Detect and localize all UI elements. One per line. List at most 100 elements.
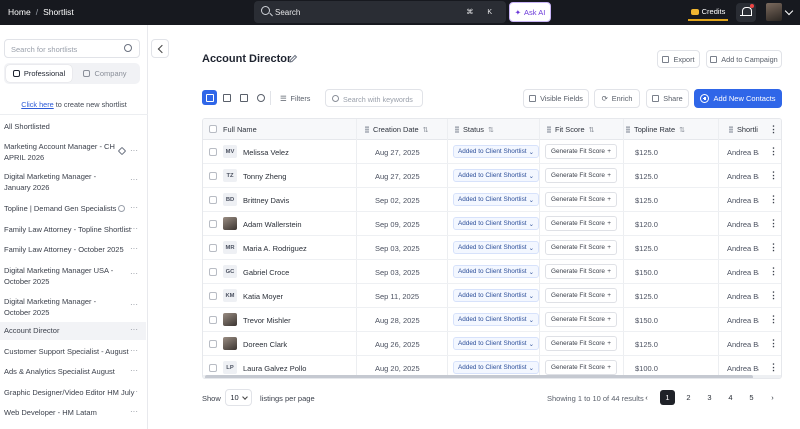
column-full-name[interactable]: Full Name [223, 125, 257, 134]
scrollbar-thumb[interactable] [205, 375, 753, 378]
horizontal-scrollbar[interactable] [203, 375, 781, 378]
column-topline-rate[interactable]: Topline Rate ⇅ [626, 125, 685, 134]
generate-fit-score-button[interactable]: Generate Fit Score + [545, 192, 617, 207]
sidebar-item[interactable]: Family Law Attorney - Topline Shortlist [0, 224, 146, 235]
more-icon[interactable]: ··· [130, 407, 138, 416]
drag-handle-icon[interactable] [365, 126, 369, 133]
generate-fit-score-button[interactable]: Generate Fit Score + [545, 264, 617, 279]
tab-company[interactable]: Company [72, 65, 138, 82]
page-2-button[interactable]: 2 [681, 390, 696, 405]
sidebar-item[interactable]: Customer Support Specialist - August [0, 346, 146, 357]
column-shortlisted-by[interactable]: Shortli [729, 125, 758, 134]
add-new-contacts-button[interactable]: Add New Contacts [694, 89, 782, 108]
more-icon[interactable]: ··· [130, 146, 138, 155]
generate-fit-score-button[interactable]: Generate Fit Score + [545, 360, 617, 375]
table-row[interactable]: KM Katia Moyer Sep 11, 2025 Added to Client… [203, 284, 781, 308]
table-row[interactable]: MV Melissa Velez Aug 27, 2025 Added to Clie… [203, 140, 781, 164]
sidebar-item[interactable]: Family Law Attorney - October 2025 [0, 244, 146, 255]
row-actions-icon[interactable]: ⋮ [766, 242, 781, 254]
sidebar-item[interactable]: Topline | Demand Gen Specialists [0, 203, 146, 214]
row-checkbox[interactable] [209, 268, 217, 276]
generate-fit-score-button[interactable]: Generate Fit Score + [545, 336, 617, 351]
row-actions-icon[interactable]: ⋮ [766, 314, 781, 326]
more-icon[interactable]: ··· [130, 325, 138, 334]
table-row[interactable]: MR Maria A. Rodriguez Sep 03, 2025 Added to… [203, 236, 781, 260]
prev-page-button[interactable]: ‹ [639, 390, 654, 405]
column-options-icon[interactable]: ⋮ [766, 124, 781, 135]
collapse-sidebar-button[interactable] [151, 39, 169, 58]
board-view-button[interactable] [219, 90, 234, 105]
drag-handle-icon[interactable] [455, 126, 459, 133]
drag-handle-icon[interactable] [626, 126, 630, 133]
more-icon[interactable]: ··· [130, 244, 138, 253]
contact-name[interactable]: Tonny Zheng [243, 172, 286, 181]
drag-handle-icon[interactable] [547, 126, 551, 133]
table-row[interactable]: BD Brittney Davis Sep 02, 2025 Added to Cli… [203, 188, 781, 212]
row-actions-icon[interactable]: ⋮ [766, 266, 781, 278]
status-dropdown[interactable]: Added to Client Shortlist ⌄ [453, 289, 539, 302]
tab-professional[interactable]: Professional [6, 65, 72, 82]
more-icon[interactable]: ··· [130, 346, 138, 355]
sort-icon[interactable]: ⇅ [679, 126, 685, 134]
page-3-button[interactable]: 3 [702, 390, 717, 405]
generate-fit-score-button[interactable]: Generate Fit Score + [545, 312, 617, 327]
generate-fit-score-button[interactable]: Generate Fit Score + [545, 240, 617, 255]
contact-name[interactable]: Adam Wallerstein [243, 220, 302, 229]
row-actions-icon[interactable]: ⋮ [766, 194, 781, 206]
table-row[interactable]: TZ Tonny Zheng Aug 27, 2025 Added to Client… [203, 164, 781, 188]
row-actions-icon[interactable]: ⋮ [766, 170, 781, 182]
table-row[interactable]: GC Gabriel Croce Sep 03, 2025 Added to Clie… [203, 260, 781, 284]
generate-fit-score-button[interactable]: Generate Fit Score + [545, 168, 617, 183]
per-page-select[interactable]: 10 [225, 389, 252, 406]
column-status[interactable]: Status ⇅ [455, 125, 494, 134]
row-actions-icon[interactable]: ⋮ [766, 338, 781, 350]
row-checkbox[interactable] [209, 172, 217, 180]
sidebar-item-account-director[interactable]: Account Director [0, 322, 146, 340]
column-creation-date[interactable]: Creation Date ⇅ [365, 125, 428, 134]
contact-name[interactable]: Katia Moyer [243, 292, 283, 301]
breadcrumb-home[interactable]: Home [8, 7, 31, 17]
row-checkbox[interactable] [209, 316, 217, 324]
filters-button[interactable]: ☰ Filters [280, 90, 310, 106]
more-icon[interactable]: ··· [130, 269, 138, 278]
credits-button[interactable]: Credits [688, 4, 728, 21]
contact-name[interactable]: Trevor Mishler [243, 316, 291, 325]
contact-name[interactable]: Gabriel Croce [243, 268, 289, 277]
table-row[interactable]: Adam Wallerstein Sep 09, 2025 Added to Cli… [203, 212, 781, 236]
sidebar-item[interactable]: Web Developer - HM Latam [0, 407, 146, 418]
status-dropdown[interactable]: Added to Client Shortlist ⌄ [453, 265, 539, 278]
status-dropdown[interactable]: Added to Client Shortlist ⌄ [453, 169, 539, 182]
contact-name[interactable]: Laura Galvez Pollo [243, 364, 306, 373]
more-icon[interactable]: ··· [130, 300, 138, 309]
status-dropdown[interactable]: Added to Client Shortlist ⌄ [453, 193, 539, 206]
sidebar-item-all-shortlisted[interactable]: All Shortlisted [0, 121, 146, 132]
sort-icon[interactable]: ⇅ [423, 126, 429, 134]
more-icon[interactable]: ··· [130, 366, 138, 375]
sidebar-item[interactable]: Digital Marketing Manager - October 2025 [0, 296, 118, 318]
status-dropdown[interactable]: Added to Client Shortlist ⌄ [453, 145, 539, 158]
row-actions-icon[interactable]: ⋮ [766, 290, 781, 302]
grid-view-button[interactable] [236, 90, 251, 105]
more-icon[interactable]: ··· [130, 224, 138, 233]
row-actions-icon[interactable]: ⋮ [766, 362, 781, 374]
breadcrumb-shortlist[interactable]: Shortlist [43, 7, 74, 17]
contact-name[interactable]: Doreen Clark [243, 340, 287, 349]
generate-fit-score-button[interactable]: Generate Fit Score + [545, 288, 617, 303]
column-fit-score[interactable]: Fit Score ⇅ [547, 125, 594, 134]
user-avatar[interactable] [766, 3, 782, 21]
row-actions-icon[interactable]: ⋮ [766, 146, 781, 158]
sidebar-item[interactable]: Digital Marketing Manager USA - October … [0, 265, 118, 287]
share-button[interactable]: Share [646, 89, 689, 108]
notifications-button[interactable] [736, 3, 756, 22]
contact-name[interactable]: Brittney Davis [243, 196, 289, 205]
contact-name[interactable]: Melissa Velez [243, 148, 289, 157]
enrich-button[interactable]: ⟳ Enrich [594, 89, 640, 108]
table-row[interactable]: Doreen Clark Aug 26, 2025 Added to Client … [203, 332, 781, 356]
sort-icon[interactable]: ⇅ [488, 126, 494, 134]
page-5-button[interactable]: 5 [744, 390, 759, 405]
status-dropdown[interactable]: Added to Client Shortlist ⌄ [453, 313, 539, 326]
global-search[interactable]: Search ⌘ K [254, 1, 506, 23]
create-shortlist-link[interactable]: Click here [21, 100, 53, 109]
page-4-button[interactable]: 4 [723, 390, 738, 405]
row-checkbox[interactable] [209, 340, 217, 348]
